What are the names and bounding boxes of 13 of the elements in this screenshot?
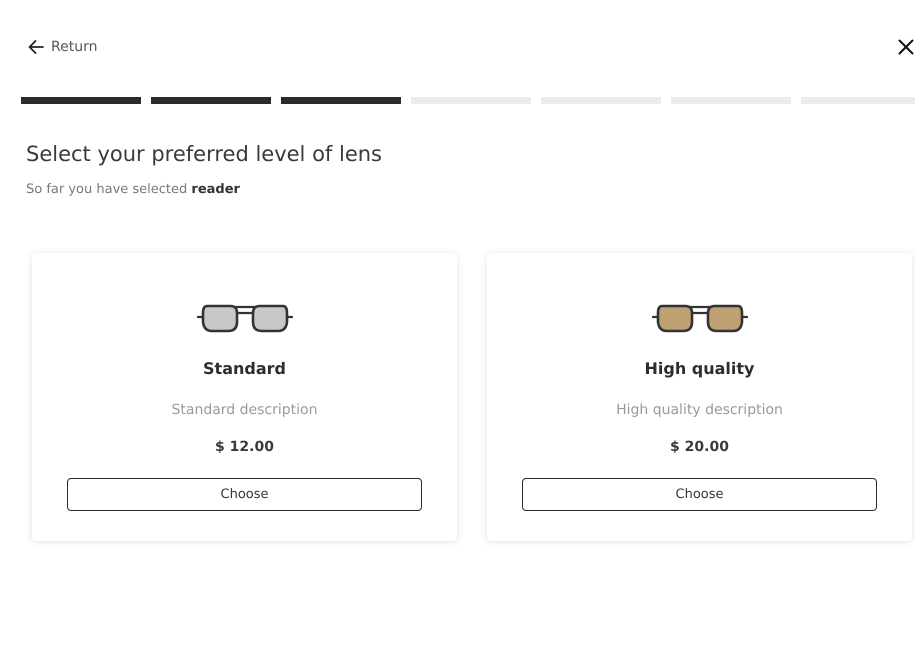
lens-description: High quality description	[616, 401, 783, 420]
lens-description: Standard description	[172, 401, 318, 420]
page-heading: Select your preferred level of lens	[26, 141, 383, 168]
lens-price: $ 20.00	[670, 438, 729, 457]
selection-summary: So far you have selected reader	[26, 181, 241, 199]
back-arrow-icon	[28, 40, 44, 54]
choose-button[interactable]: Choose	[67, 478, 422, 511]
lens-title: High quality	[644, 358, 754, 380]
choose-button[interactable]: Choose	[522, 478, 877, 511]
return-link[interactable]: Return	[28, 39, 98, 55]
lens-title: Standard	[203, 358, 286, 380]
close-icon[interactable]	[898, 39, 914, 55]
lens-price: $ 12.00	[215, 438, 274, 457]
